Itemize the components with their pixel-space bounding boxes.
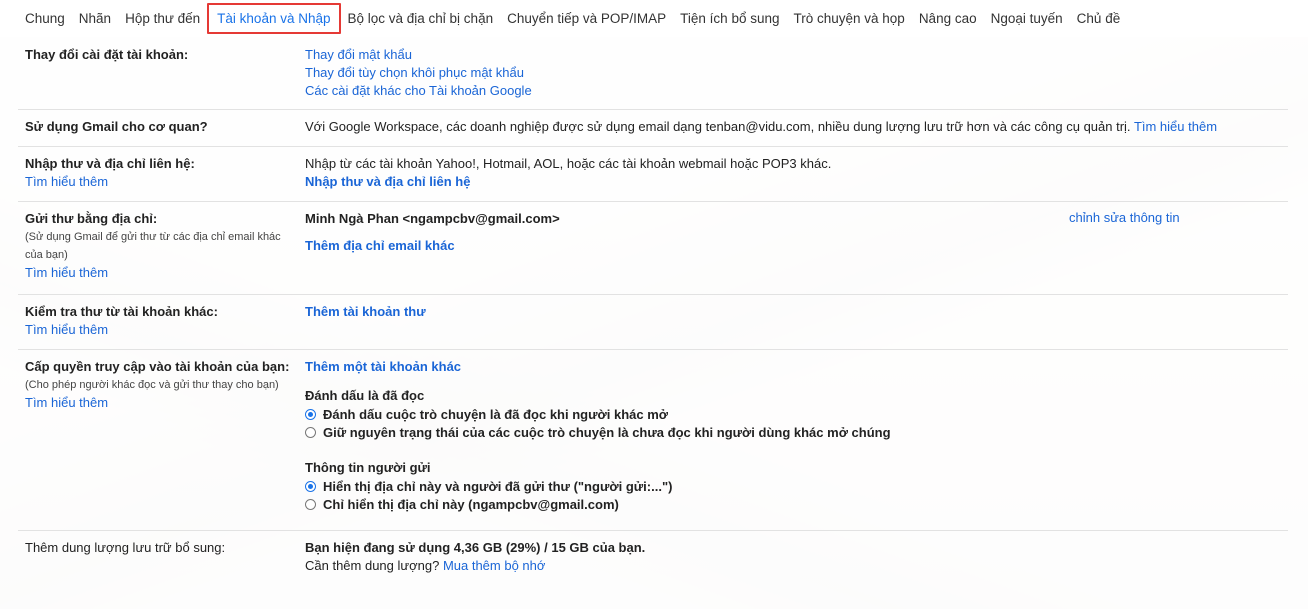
- tab-forwarding[interactable]: Chuyển tiếp và POP/IMAP: [500, 4, 673, 34]
- radio-unselected-icon[interactable]: [305, 426, 316, 438]
- option-label: Giữ nguyên trạng thái của các cuộc trò c…: [323, 424, 891, 440]
- radio-selected-icon[interactable]: [305, 480, 316, 492]
- settings-content: Thay đổi cài đặt tài khoản: Thay đổi mật…: [0, 38, 1308, 587]
- tab-filters[interactable]: Bộ lọc và địa chỉ bị chặn: [341, 4, 501, 34]
- tab-general[interactable]: Chung: [18, 4, 72, 34]
- import-text: Nhập từ các tài khoản Yahoo!, Hotmail, A…: [305, 156, 832, 171]
- storage-need-text: Cần thêm dung lượng?: [305, 558, 440, 573]
- option-label: Đánh dấu cuộc trò chuyện là đã đọc khi n…: [323, 406, 669, 422]
- row-label: Sử dụng Gmail cho cơ quan?: [25, 119, 208, 134]
- row-label: Gửi thư bằng địa chỉ:: [25, 211, 158, 226]
- settings-tabs: Chung Nhãn Hộp thư đến Tài khoản và Nhập…: [0, 0, 1308, 37]
- add-another-account-link[interactable]: Thêm một tài khoản khác: [305, 358, 461, 376]
- import-mail-contacts-link[interactable]: Nhập thư và địa chỉ liên hệ: [305, 173, 470, 191]
- workspace-learn-more-link[interactable]: Tìm hiểu thêm: [1134, 119, 1217, 134]
- grant-learn-more-link[interactable]: Tìm hiểu thêm: [25, 394, 305, 412]
- sender-info-heading: Thông tin người gửi: [305, 460, 431, 475]
- row-send-as: Gửi thư bằng địa chỉ: (Sử dụng Gmail để …: [18, 202, 1288, 295]
- tab-themes[interactable]: Chủ đề: [1070, 4, 1128, 34]
- row-sublabel: (Sử dụng Gmail để gửi thư từ các địa chỉ…: [25, 231, 281, 261]
- add-email-address-link[interactable]: Thêm địa chỉ email khác: [305, 237, 455, 255]
- tab-labels[interactable]: Nhãn: [72, 4, 118, 34]
- radio-unselected-icon[interactable]: [305, 498, 316, 510]
- row-label: Cấp quyền truy cập vào tài khoản của bạn…: [25, 359, 290, 374]
- row-change-account: Thay đổi cài đặt tài khoản: Thay đổi mật…: [18, 38, 1288, 110]
- settings-panel: Chung Nhãn Hộp thư đến Tài khoản và Nhập…: [0, 0, 1308, 609]
- row-grant-access: Cấp quyền truy cập vào tài khoản của bạn…: [18, 350, 1288, 531]
- row-label: Thay đổi cài đặt tài khoản:: [25, 47, 189, 62]
- mark-read-option[interactable]: Đánh dấu cuộc trò chuyện là đã đọc khi n…: [305, 405, 1280, 423]
- send-as-learn-more-link[interactable]: Tìm hiểu thêm: [25, 264, 305, 282]
- tab-accounts-import[interactable]: Tài khoản và Nhập: [207, 3, 341, 34]
- add-mail-account-link[interactable]: Thêm tài khoản thư: [305, 303, 426, 321]
- tab-advanced[interactable]: Nâng cao: [912, 4, 984, 34]
- tab-chat-meet[interactable]: Trò chuyện và họp: [786, 4, 911, 34]
- radio-selected-icon[interactable]: [305, 408, 316, 420]
- row-import: Nhập thư và địa chỉ liên hệ: Tìm hiểu th…: [18, 147, 1288, 202]
- tab-addons[interactable]: Tiện ích bổ sung: [673, 4, 786, 34]
- row-label: Thêm dung lượng lưu trữ bổ sung:: [25, 540, 226, 555]
- row-check-mail: Kiểm tra thư từ tài khoản khác: Tìm hiểu…: [18, 295, 1288, 350]
- row-storage: Thêm dung lượng lưu trữ bổ sung: Bạn hiệ…: [18, 531, 1288, 587]
- show-address-only-option[interactable]: Chỉ hiển thị địa chỉ này (ngampcbv@gmail…: [305, 495, 1280, 513]
- storage-usage-text: Bạn hiện đang sử dụng 4,36 GB (29%) / 15…: [305, 540, 646, 555]
- edit-info-link[interactable]: chỉnh sửa thông tin: [1069, 210, 1180, 225]
- buy-storage-link[interactable]: Mua thêm bộ nhớ: [443, 558, 545, 573]
- row-label: Nhập thư và địa chỉ liên hệ:: [25, 156, 195, 171]
- workspace-text: Với Google Workspace, các doanh nghiệp đ…: [305, 119, 1131, 134]
- keep-unread-option[interactable]: Giữ nguyên trạng thái của các cuộc trò c…: [305, 423, 1280, 441]
- mark-read-heading: Đánh dấu là đã đọc: [305, 388, 425, 403]
- row-sublabel: (Cho phép người khác đọc và gửi thư thay…: [25, 379, 279, 391]
- google-account-settings-link[interactable]: Các cài đặt khác cho Tài khoản Google: [305, 82, 1280, 100]
- change-password-link[interactable]: Thay đổi mật khẩu: [305, 46, 1280, 64]
- row-label: Kiểm tra thư từ tài khoản khác:: [25, 304, 218, 319]
- import-learn-more-link[interactable]: Tìm hiểu thêm: [25, 173, 305, 191]
- option-label: Chỉ hiển thị địa chỉ này (ngampcbv@gmail…: [323, 496, 619, 512]
- tab-offline[interactable]: Ngoại tuyến: [984, 4, 1070, 34]
- option-label: Hiển thị địa chỉ này và người đã gửi thư…: [323, 478, 673, 494]
- change-recovery-link[interactable]: Thay đổi tùy chọn khôi phục mật khẩu: [305, 64, 1280, 82]
- check-mail-learn-more-link[interactable]: Tìm hiểu thêm: [25, 321, 305, 339]
- tab-inbox[interactable]: Hộp thư đến: [118, 4, 207, 34]
- row-workspace: Sử dụng Gmail cho cơ quan? Với Google Wo…: [18, 110, 1288, 147]
- show-address-and-sender-option[interactable]: Hiển thị địa chỉ này và người đã gửi thư…: [305, 477, 1280, 495]
